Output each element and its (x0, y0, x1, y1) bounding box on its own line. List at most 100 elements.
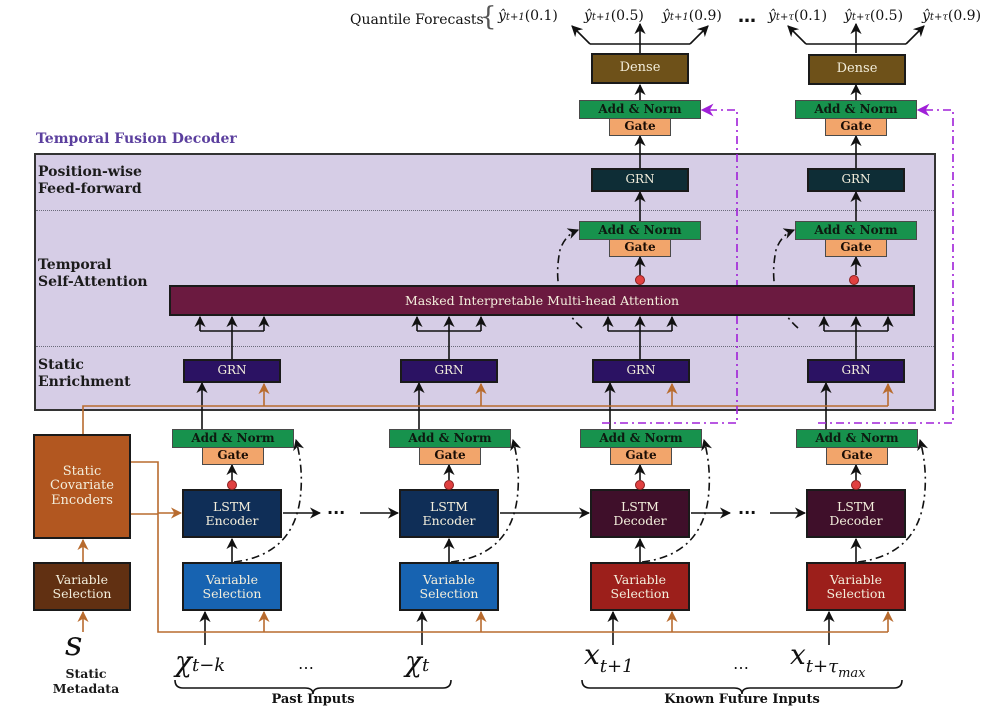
variable-selection-static: Variable Selection (33, 562, 131, 611)
variable-selection-1: Variable Selection (182, 562, 282, 611)
grn-feedforward-1: GRN (591, 168, 689, 192)
forecast-quantile: (0.9) (947, 8, 982, 24)
quantile-forecasts-label: Quantile Forecasts (350, 12, 484, 28)
block-line: LSTM (836, 498, 875, 514)
variable-selection-2: Variable Selection (399, 562, 499, 611)
forecast-symbol: ŷ (662, 8, 670, 24)
block-line: Selection (419, 585, 479, 601)
block-line: Variable (55, 571, 109, 587)
known-future-inputs-label: Known Future Inputs (664, 692, 820, 707)
encoder-ellipsis: ··· (327, 503, 346, 522)
block-line: Static (62, 463, 102, 479)
grn-feedforward-2: GRN (807, 168, 905, 192)
forecast-subscript: t+1 (669, 12, 689, 23)
forecast-quantile: (0.1) (524, 8, 558, 24)
static-context-to-lstm (131, 461, 183, 519)
dropout-dot (444, 480, 454, 490)
gate-lstm-1: Gate (202, 447, 264, 465)
input-base: χ (405, 645, 422, 678)
label-line: Static (65, 666, 107, 681)
block-line: LSTM (620, 498, 659, 514)
block-line: Selection (202, 585, 262, 601)
future-ellipsis: … (733, 654, 749, 673)
add-norm-attention-2: Add & Norm (795, 221, 917, 240)
forecast-subscript: t+1 (505, 12, 525, 23)
add-norm-output-1: Add & Norm (579, 100, 701, 119)
forecast-quantile: (0.5) (869, 8, 904, 24)
label-line: Metadata (52, 681, 120, 696)
add-norm-lstm-3: Add & Norm (580, 429, 702, 448)
past-input-last: χt (405, 645, 429, 678)
block-line: Encoders (51, 492, 113, 508)
forecast-subscript: t+τ (775, 12, 794, 23)
masked-multihead-attention: Masked Interpretable Multi-head Attentio… (169, 285, 915, 316)
grn-enrichment-1: GRN (183, 359, 281, 383)
dropout-dot (227, 480, 237, 490)
block-line: Decoder (613, 512, 667, 528)
block-line: Encoder (422, 512, 476, 528)
block-line: Variable (829, 571, 883, 587)
decoder-ellipsis: ··· (738, 503, 757, 522)
forecast-quantile: (0.5) (610, 8, 644, 24)
quantile-forecast: ŷt+1(0.1) (498, 8, 558, 24)
block-line: LSTM (429, 498, 468, 514)
block-line: Selection (826, 585, 886, 601)
gate-lstm-4: Gate (826, 447, 888, 465)
dense-block-1: Dense (591, 53, 689, 84)
lstm-decoder-3: LSTM Decoder (590, 489, 690, 538)
grn-enrichment-3: GRN (592, 359, 690, 383)
gate-output-2: Gate (825, 118, 887, 136)
dense-block-2: Dense (808, 54, 906, 85)
block-line: Variable (205, 571, 259, 587)
input-subscript: t+1 (599, 656, 634, 677)
forecast-subscript: t+1 (591, 12, 611, 23)
dropout-dot (635, 480, 645, 490)
block-line: Selection (52, 585, 112, 601)
dropout-dot (849, 275, 859, 285)
grn-enrichment-2: GRN (400, 359, 498, 383)
static-symbol: s (65, 624, 83, 664)
output-arrow (571, 25, 591, 45)
forecast-symbol: ŷ (922, 8, 930, 24)
quantile-forecast: ŷt+τ(0.1) (768, 8, 827, 24)
past-input-first: χt−k (175, 645, 225, 678)
add-norm-lstm-1: Add & Norm (172, 429, 294, 448)
static-metadata-label: Static Metadata (50, 666, 122, 696)
block-line: Variable (422, 571, 476, 587)
variable-selection-3: Variable Selection (590, 562, 690, 611)
future-input-first: xt+1 (584, 638, 634, 677)
quantile-forecast: ŷt+τ(0.5) (844, 8, 903, 24)
past-inputs-label: Past Inputs (271, 692, 355, 707)
quantile-forecast: ŷt+1(0.5) (584, 8, 644, 24)
add-norm-attention-1: Add & Norm (579, 221, 701, 240)
forecast-subscript: t+τ (929, 12, 948, 23)
forecast-quantile: (0.1) (793, 8, 828, 24)
quantile-forecast: ŷt+τ(0.9) (922, 8, 981, 24)
forecast-subscript: t+τ (851, 12, 870, 23)
input-subscript: t−k (191, 655, 226, 676)
block-line: Selection (610, 585, 670, 601)
block-line: Decoder (829, 512, 883, 528)
output-arrow (787, 25, 807, 45)
output-arrow (689, 25, 709, 45)
forecast-symbol: ŷ (844, 8, 852, 24)
add-norm-lstm-2: Add & Norm (389, 429, 511, 448)
block-line: Variable (613, 571, 667, 587)
forecast-quantile: (0.9) (688, 8, 722, 24)
forecast-ellipsis: … (738, 6, 756, 27)
forecast-symbol: ŷ (584, 8, 592, 24)
lstm-decoder-4: LSTM Decoder (806, 489, 906, 538)
gate-lstm-3: Gate (610, 447, 672, 465)
lstm-encoder-2: LSTM Encoder (399, 489, 499, 538)
block-line: Covariate (50, 478, 114, 494)
input-base: χ (175, 645, 192, 678)
static-covariate-encoders: Static Covariate Encoders (33, 434, 131, 539)
variable-selection-4: Variable Selection (806, 562, 906, 611)
block-line: LSTM (212, 498, 251, 514)
grn-enrichment-4: GRN (807, 359, 905, 383)
dropout-dot (635, 275, 645, 285)
dropout-dot (851, 480, 861, 490)
gate-attention-1: Gate (609, 239, 671, 257)
add-norm-lstm-4: Add & Norm (796, 429, 918, 448)
block-line: Encoder (205, 512, 259, 528)
